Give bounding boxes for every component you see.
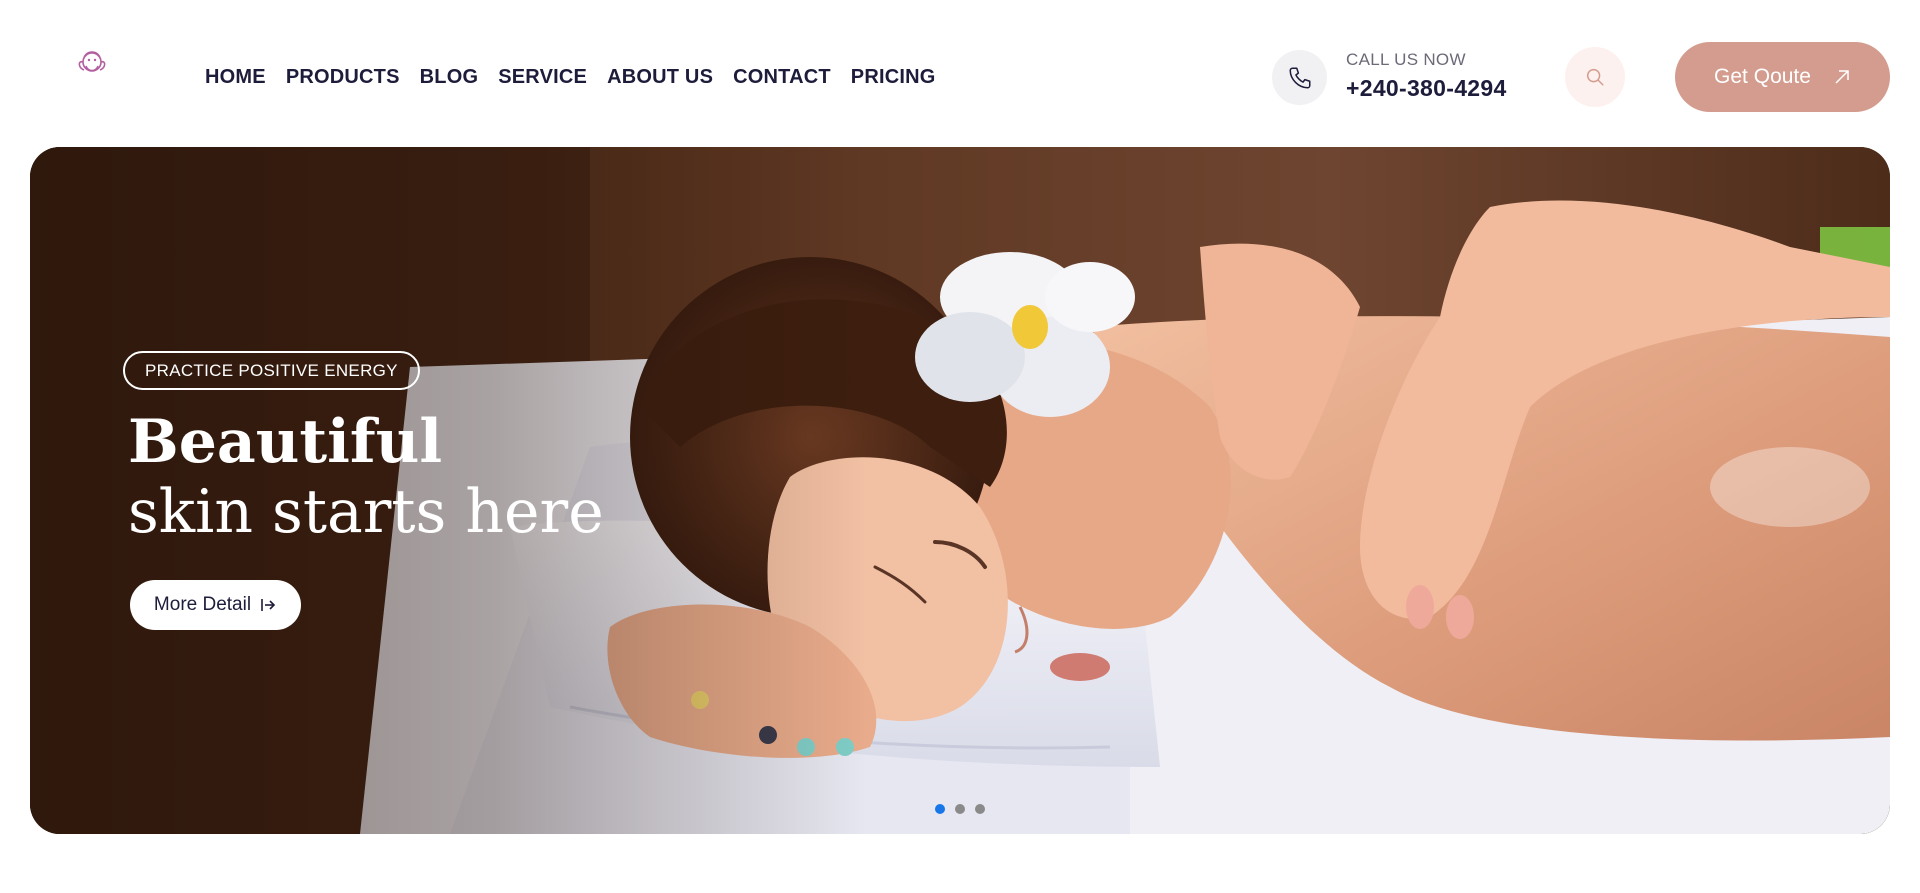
nav-item-products[interactable]: PRODUCTS [286,63,400,91]
hero-eyebrow-badge: PRACTICE POSITIVE ENERGY [123,351,420,390]
site-header: HOME PRODUCTS BLOG SERVICE ABOUT US CONT… [0,0,1920,147]
hero-slider: PRACTICE POSITIVE ENERGY Beautiful skin … [30,147,1890,834]
nav-item-about-us[interactable]: ABOUT US [607,63,713,91]
slider-dots [935,804,985,814]
get-quote-button[interactable]: Get Qoute [1675,42,1890,112]
hero-title-bold: Beautiful [128,407,443,477]
slider-dot-2[interactable] [955,804,965,814]
more-detail-button[interactable]: More Detail [130,580,301,630]
nav-item-home[interactable]: HOME [205,63,266,91]
more-detail-label: More Detail [153,594,252,615]
slider-dot-1[interactable] [935,804,945,814]
call-us-label: CALL US NOW [1346,50,1466,69]
main-nav: HOME PRODUCTS BLOG SERVICE ABOUT US CONT… [205,63,956,91]
slider-dot-3[interactable] [975,804,985,814]
nav-item-pricing[interactable]: PRICING [851,63,936,91]
logo[interactable] [56,48,132,110]
search-icon [1586,68,1604,86]
phone-icon [1288,66,1311,89]
nav-item-contact[interactable]: CONTACT [733,63,831,91]
search-button[interactable] [1565,47,1625,107]
lotus-face-logo-icon [78,51,106,72]
nav-item-service[interactable]: SERVICE [498,63,587,91]
phone-number[interactable]: +240-380-4294 [1346,75,1507,102]
phone-icon-wrap[interactable] [1272,50,1327,105]
nav-item-blog[interactable]: BLOG [420,63,479,91]
arrow-right-bar-icon [261,599,276,611]
get-quote-label: Get Qoute [1714,65,1811,88]
arrow-up-right-icon [1835,70,1849,84]
hero-title-light: skin starts here [128,477,604,547]
